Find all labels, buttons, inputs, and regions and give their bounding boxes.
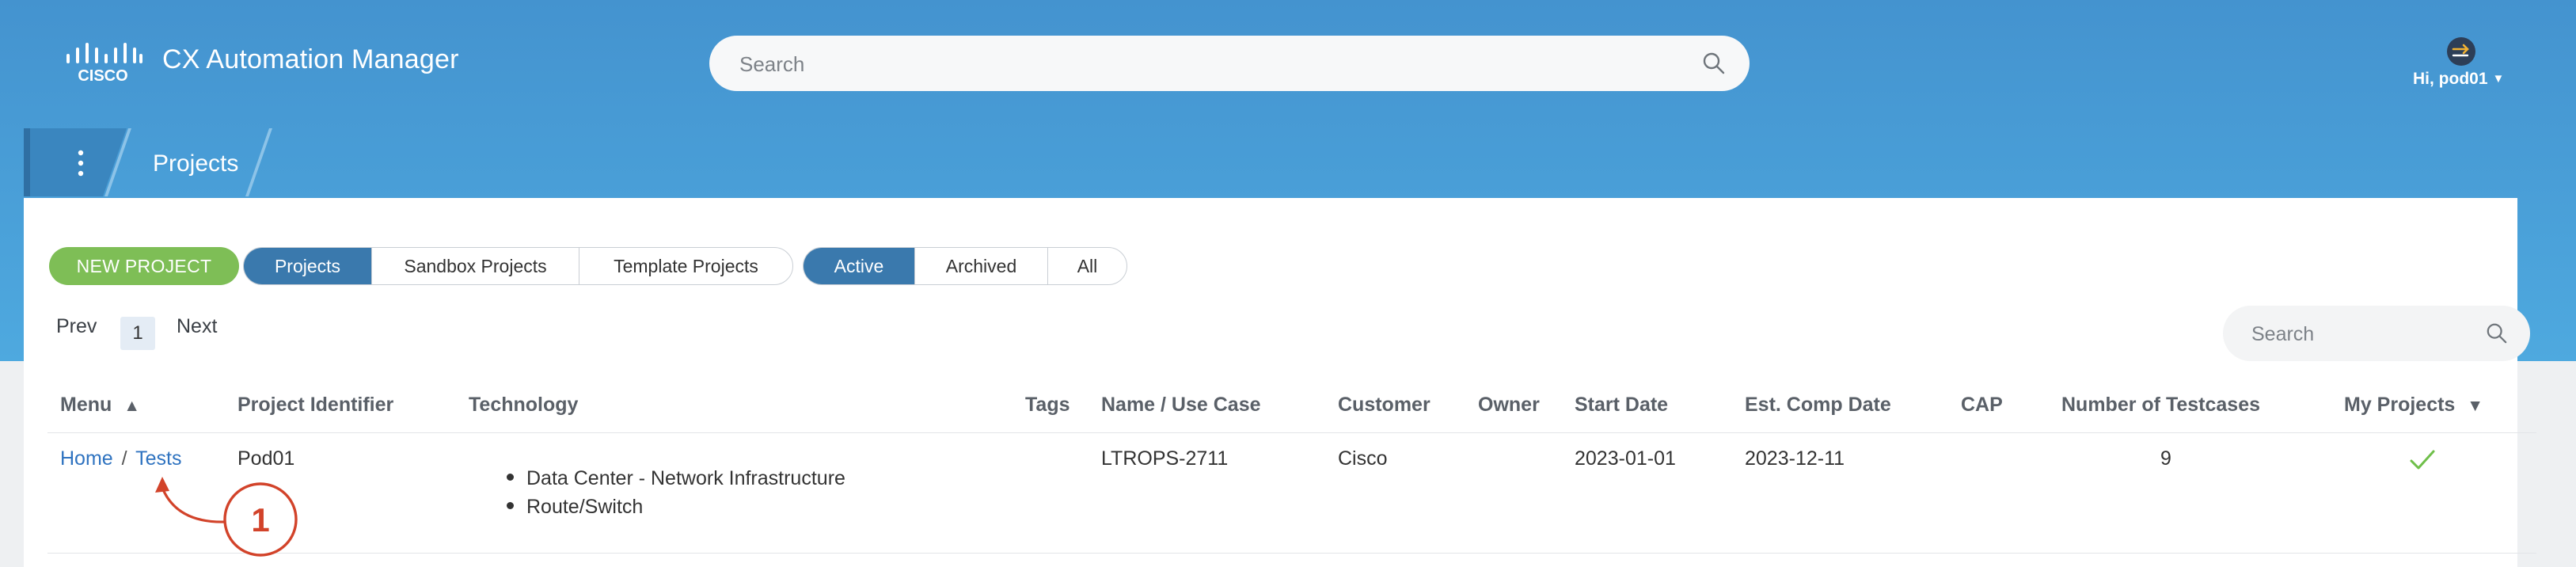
annotation-callout: 1 [155,477,298,557]
start-date-cell: 2023-01-01 [1575,447,1676,470]
project-type-tabs: Projects Sandbox Projects Template Proje… [243,247,793,285]
column-header-name-use-case[interactable]: Name / Use Case [1101,394,1261,417]
testcases-count-cell: 9 [2160,447,2171,470]
table-search-input[interactable] [2250,306,2475,363]
column-header-cap[interactable]: CAP [1961,394,2003,417]
annotation-number: 1 [251,501,269,538]
sort-up-icon: ▲ [123,397,141,415]
user-menu[interactable]: Hi, pod01 ▼ [2413,70,2504,89]
tab-sandbox-projects[interactable]: Sandbox Projects [372,248,579,284]
column-header-owner[interactable]: Owner [1478,394,1540,417]
est-comp-date-cell: 2023-12-11 [1745,447,1845,470]
search-icon[interactable] [2486,322,2508,344]
kebab-menu-icon[interactable] [71,147,90,179]
prev-page-button[interactable]: Prev [56,315,97,338]
global-search-input[interactable] [738,36,1675,93]
column-header-my-projects[interactable]: My Projects ▼ [2344,394,2483,417]
exit-arrow-icon[interactable] [2446,36,2476,67]
tab-projects[interactable]: Projects [244,248,372,284]
status-filter-tabs: Active Archived All [803,247,1127,285]
breadcrumb-projects[interactable]: Projects [153,150,238,177]
checkmark-icon[interactable] [2409,448,2436,472]
filter-active[interactable]: Active [804,248,915,284]
tab-template-projects[interactable]: Template Projects [579,248,792,284]
new-project-button[interactable]: NEW PROJECT [49,247,239,285]
app-header: CISCO CX Automation Manager Hi, pod01 ▼ [0,0,2576,127]
column-header-est-comp-date[interactable]: Est. Comp Date [1745,394,1891,417]
column-header-customer[interactable]: Customer [1338,394,1430,417]
filter-all[interactable]: All [1048,248,1127,284]
column-header-number-of-testcases[interactable]: Number of Testcases [2061,394,2260,417]
search-icon[interactable] [1702,51,1726,75]
name-use-case-cell: LTROPS-2711 [1101,447,1229,470]
table-search [2223,306,2530,363]
next-page-button[interactable]: Next [177,315,217,338]
column-header-tags[interactable]: Tags [1025,394,1070,417]
customer-cell: Cisco [1338,447,1388,470]
global-search [709,36,1750,93]
technology-item: Data Center - Network Infrastructure [507,464,845,493]
technology-list: Data Center - Network Infrastructure Rou… [507,464,845,521]
column-header-project-identifier[interactable]: Project Identifier [237,394,393,417]
cisco-logo[interactable]: CISCO [63,41,142,86]
cisco-logo-text: CISCO [78,67,127,85]
column-header-menu[interactable]: Menu ▲ [60,394,140,417]
filter-archived[interactable]: Archived [915,248,1048,284]
technology-item: Route/Switch [507,493,845,521]
column-header-technology[interactable]: Technology [469,394,578,417]
user-greeting: Hi, pod01 [2413,70,2488,88]
tests-link[interactable]: Tests [135,447,181,470]
table-row-divider [47,553,2536,554]
chevron-down-icon: ▼ [2492,72,2505,86]
table-header-divider [47,432,2536,433]
page-number[interactable]: 1 [120,317,155,350]
home-link[interactable]: Home [60,447,113,470]
menu-separator: / [121,447,127,470]
app-title: CX Automation Manager [162,44,459,74]
sort-down-icon: ▼ [2467,397,2484,415]
column-header-start-date[interactable]: Start Date [1575,394,1668,417]
